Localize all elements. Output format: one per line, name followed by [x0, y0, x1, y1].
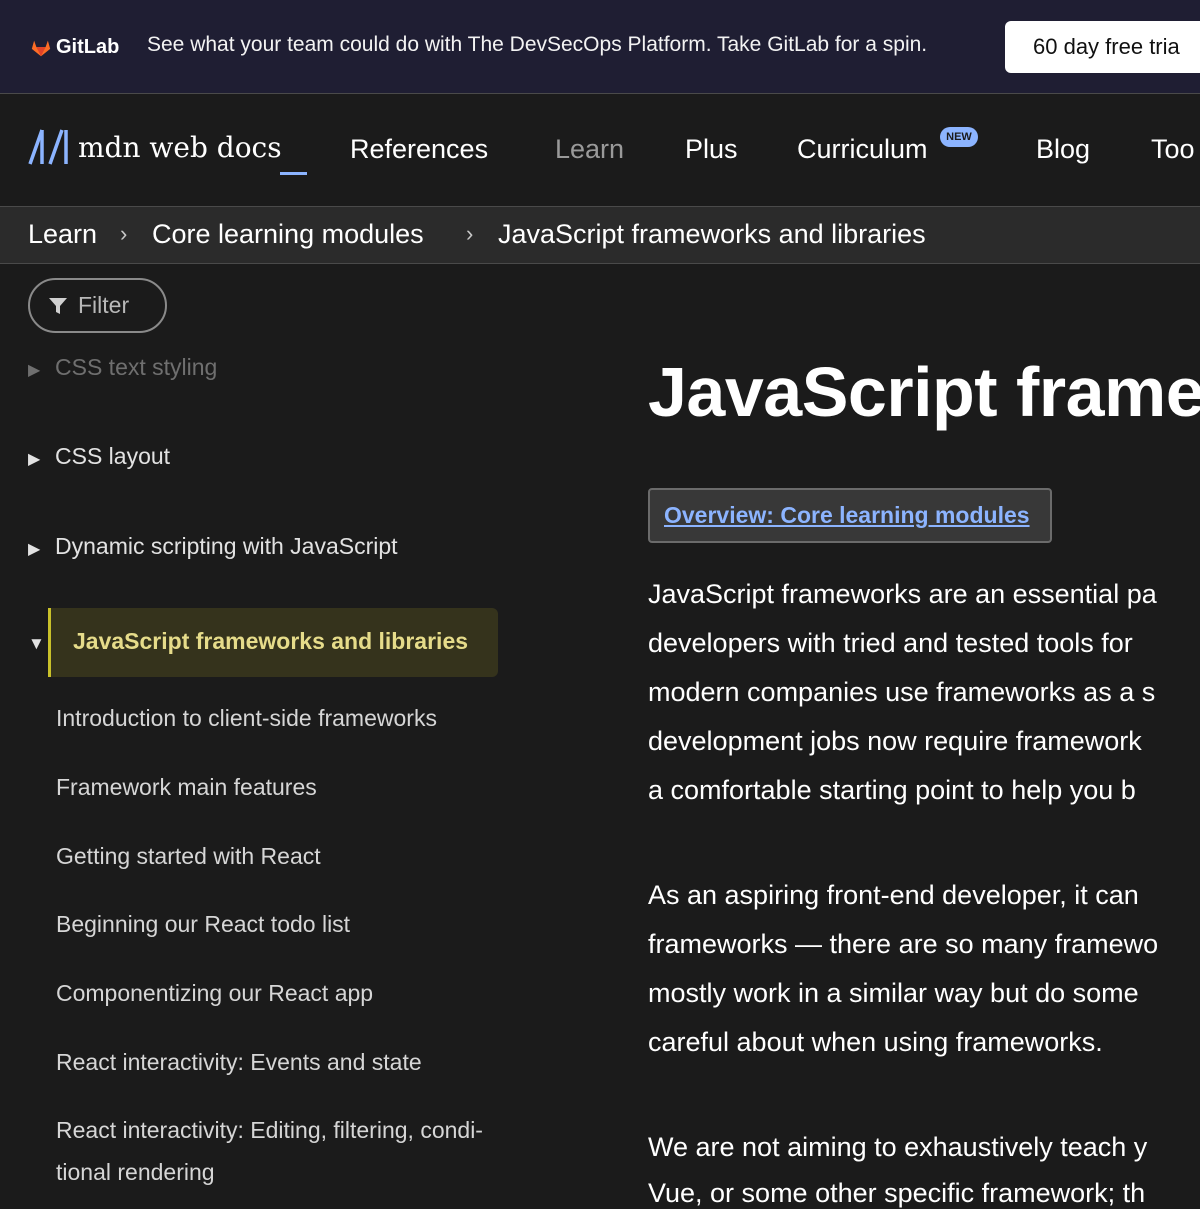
chevron-right-icon: › — [120, 221, 128, 246]
sidebar-subitem-componentizing[interactable]: Componentizing our React app — [56, 972, 373, 1014]
paragraph-line: As an aspiring front-end developer, it c… — [648, 880, 1139, 910]
breadcrumb-current[interactable]: JavaScript frameworks and libraries — [498, 219, 926, 250]
sidebar-subitem-features[interactable]: Framework main features — [56, 766, 317, 808]
paragraph-line: development jobs now require framework — [648, 726, 1142, 756]
page-title: JavaScript frame — [648, 353, 1200, 431]
promo-banner: GitLab See what your team could do with … — [0, 0, 1200, 94]
triangle-right-icon: ▶ — [28, 362, 41, 379]
paragraph-line: a comfortable starting point to help you… — [648, 775, 1136, 805]
filter-icon — [49, 297, 67, 314]
mdn-logo-text: mdn web docs — [78, 130, 282, 164]
paragraph-line: modern companies use frameworks as a s — [648, 677, 1156, 707]
sidebar-item-dynamic-scripting[interactable]: ▶ Dynamic scripting with JavaScript — [28, 533, 398, 560]
sidebar-item-css-text-styling[interactable]: ▶ CSS text styling — [28, 354, 217, 381]
overview-callout: Overview: Core learning modules — [648, 488, 1052, 543]
top-navigation: mdn web docs References Learn Plus Curri… — [0, 94, 1200, 207]
nav-tools[interactable]: Too — [1151, 134, 1195, 165]
sidebar-subitem-react-start[interactable]: Getting started with React — [56, 835, 321, 877]
chevron-right-icon: › — [466, 221, 474, 246]
gitlab-logo-text: GitLab — [56, 36, 120, 58]
overview-link[interactable]: Overview: Core learning modules — [664, 502, 1030, 529]
sidebar-item-css-layout[interactable]: ▶ CSS layout — [28, 443, 170, 470]
filter-label: Filter — [78, 292, 130, 318]
breadcrumb-learn[interactable]: Learn — [28, 219, 97, 250]
sidebar-subitem-intro[interactable]: Introduction to client-side frameworks — [56, 697, 437, 739]
breadcrumb-core-modules[interactable]: Core learning modules — [152, 219, 424, 250]
triangle-right-icon: ▶ — [28, 451, 41, 468]
triangle-down-icon: ▼ — [28, 634, 45, 653]
gitlab-logo[interactable]: GitLab — [30, 36, 119, 59]
nav-plus[interactable]: Plus — [685, 134, 738, 165]
nav-blog[interactable]: Blog — [1036, 134, 1090, 165]
sidebar-subitem-editing-filtering-cont[interactable]: tional rendering — [56, 1151, 215, 1193]
paragraph-line: careful about when using frameworks. — [648, 1027, 1103, 1057]
paragraph-line: developers with tried and tested tools f… — [648, 628, 1133, 658]
banner-text: See what your team could do with The Dev… — [147, 33, 928, 56]
sidebar-active-label: JavaScript frameworks and libraries — [73, 628, 469, 654]
mdn-logo-icon — [28, 129, 68, 165]
sidebar-item-label: CSS text styling — [55, 354, 218, 380]
paragraph-line: JavaScript frameworks are an essential p… — [648, 579, 1157, 609]
nav-references[interactable]: References — [350, 134, 488, 165]
nav-curriculum[interactable]: Curriculum — [797, 134, 928, 165]
paragraph-line: We are not aiming to exhaustively teach … — [648, 1132, 1148, 1162]
sidebar-item-label: CSS layout — [55, 443, 171, 469]
active-item-highlight: JavaScript frameworks and libraries — [48, 608, 498, 677]
gitlab-icon — [31, 40, 51, 56]
new-badge: NEW — [940, 127, 978, 147]
free-trial-button[interactable]: 60 day free tria — [1005, 21, 1200, 73]
filter-button[interactable]: Filter — [28, 278, 167, 333]
sidebar-item-label: Dynamic scripting with JavaScript — [55, 533, 398, 559]
paragraph-line: Vue, or some other specific framework; t… — [648, 1178, 1146, 1208]
nav-learn[interactable]: Learn — [555, 134, 624, 165]
breadcrumb: Learn › Core learning modules › JavaScri… — [0, 207, 1200, 264]
sidebar-subitem-events-state[interactable]: React interactivity: Events and state — [56, 1041, 422, 1083]
paragraph-line: mostly work in a similar way but do some — [648, 978, 1139, 1008]
sidebar-subitem-react-todo[interactable]: Beginning our React todo list — [56, 903, 350, 945]
paragraph-line: frameworks — there are so many framewo — [648, 929, 1159, 959]
triangle-right-icon: ▶ — [28, 541, 41, 558]
mdn-logo[interactable]: mdn web docs — [28, 128, 282, 166]
logo-cursor-mark — [280, 172, 307, 175]
sidebar-subitem-editing-filtering[interactable]: React interactivity: Editing, filtering,… — [56, 1109, 483, 1151]
